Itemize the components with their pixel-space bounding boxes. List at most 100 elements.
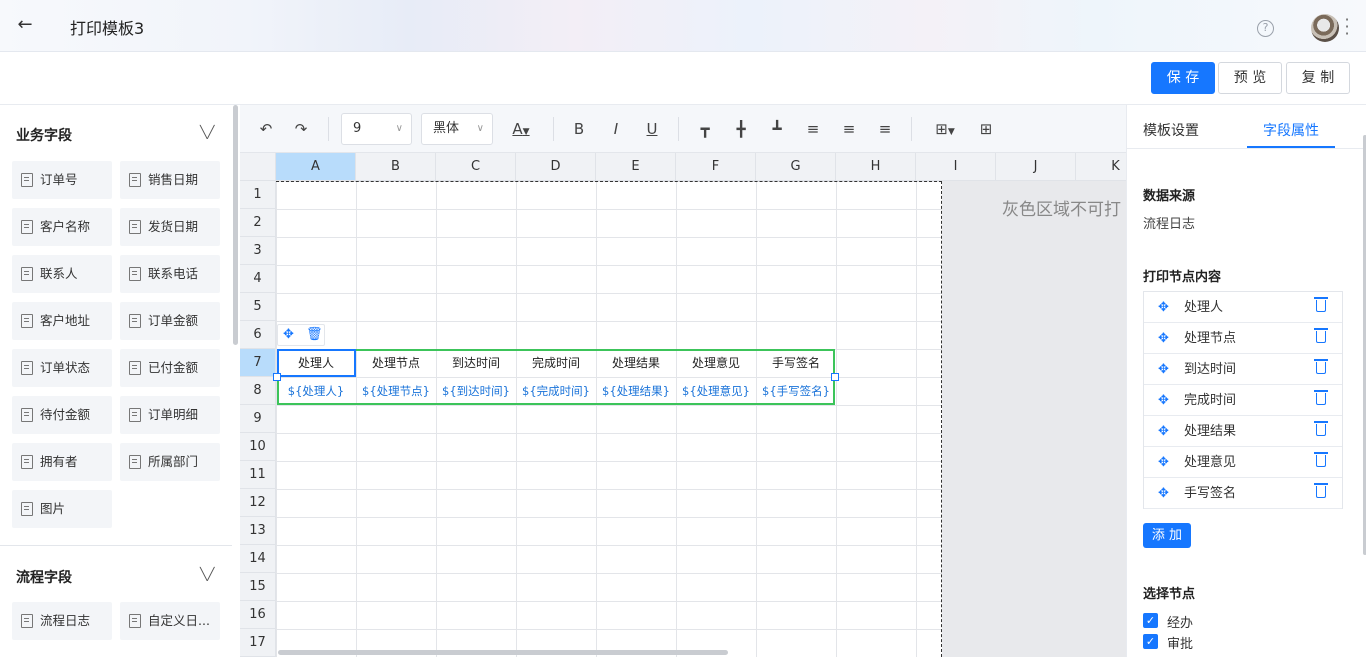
trash-icon[interactable]: [1314, 452, 1328, 467]
field-item[interactable]: 订单明细: [120, 396, 220, 434]
chevron-down-icon[interactable]: ╲╱: [200, 125, 214, 139]
avatar[interactable]: [1311, 14, 1339, 42]
move-icon[interactable]: ✥: [1158, 478, 1169, 509]
row-header[interactable]: 6: [240, 321, 276, 349]
underline-button[interactable]: U: [642, 119, 662, 139]
more-vertical-icon[interactable]: · · ·: [1344, 12, 1350, 42]
move-icon[interactable]: ✥: [283, 327, 294, 342]
font-size-select[interactable]: 9 ∨: [341, 113, 412, 145]
node-item[interactable]: ✥ 处理意见: [1144, 447, 1342, 478]
save-button[interactable]: 保 存: [1151, 62, 1215, 94]
field-item[interactable]: 客户名称: [12, 208, 112, 246]
help-icon[interactable]: ?: [1257, 20, 1274, 37]
trash-icon[interactable]: 🗑: [306, 327, 323, 342]
row-header[interactable]: 16: [240, 601, 276, 629]
row-header[interactable]: 4: [240, 265, 276, 293]
column-header[interactable]: J: [996, 153, 1076, 181]
left-scrollbar[interactable]: [233, 105, 238, 345]
undo-icon[interactable]: ↶: [256, 119, 276, 139]
row-header[interactable]: 9: [240, 405, 276, 433]
field-item[interactable]: 图片: [12, 490, 112, 528]
trash-icon[interactable]: [1314, 359, 1328, 374]
italic-button[interactable]: I: [606, 119, 626, 139]
field-item[interactable]: 拥有者: [12, 443, 112, 481]
align-center-icon[interactable]: ≡: [839, 119, 859, 139]
row-header[interactable]: 7: [240, 349, 276, 377]
selected-cell[interactable]: [277, 349, 356, 377]
node-item[interactable]: ✥ 处理节点: [1144, 323, 1342, 354]
row-header[interactable]: 12: [240, 489, 276, 517]
align-right-icon[interactable]: ≡: [875, 119, 895, 139]
back-arrow-icon[interactable]: ←: [14, 14, 36, 36]
font-family-select[interactable]: 黑体 ∨: [421, 113, 493, 145]
node-item[interactable]: ✥ 处理结果: [1144, 416, 1342, 447]
column-header[interactable]: C: [436, 153, 516, 181]
align-bottom-icon[interactable]: ┻: [767, 119, 787, 139]
checkbox-checked-icon[interactable]: ✓: [1143, 613, 1158, 628]
field-item[interactable]: 待付金额: [12, 396, 112, 434]
row-header[interactable]: 1: [240, 181, 276, 209]
field-item[interactable]: 联系人: [12, 255, 112, 293]
align-left-icon[interactable]: ≡: [803, 119, 823, 139]
row-header[interactable]: 14: [240, 545, 276, 573]
column-header[interactable]: E: [596, 153, 676, 181]
merge-cells-icon[interactable]: ⊞: [976, 119, 996, 139]
field-item[interactable]: 客户地址: [12, 302, 112, 340]
chevron-down-icon[interactable]: ╲╱: [200, 567, 214, 581]
row-header[interactable]: 5: [240, 293, 276, 321]
trash-icon[interactable]: [1314, 390, 1328, 405]
move-icon[interactable]: ✥: [1158, 416, 1169, 447]
column-header[interactable]: F: [676, 153, 756, 181]
trash-icon[interactable]: [1314, 421, 1328, 436]
align-middle-icon[interactable]: ╋: [731, 119, 751, 139]
column-header[interactable]: D: [516, 153, 596, 181]
tab-field-properties[interactable]: 字段属性: [1263, 120, 1319, 140]
column-header[interactable]: B: [356, 153, 436, 181]
add-button[interactable]: 添 加: [1143, 523, 1191, 548]
node-item[interactable]: ✥ 处理人: [1144, 292, 1342, 323]
move-icon[interactable]: ✥: [1158, 385, 1169, 416]
table-field-selection[interactable]: [277, 349, 835, 405]
row-header[interactable]: 2: [240, 209, 276, 237]
field-item[interactable]: 订单号: [12, 161, 112, 199]
row-header[interactable]: 11: [240, 461, 276, 489]
field-item[interactable]: 销售日期: [120, 161, 220, 199]
column-header[interactable]: H: [836, 153, 916, 181]
copy-button[interactable]: 复 制: [1286, 62, 1350, 94]
tab-template-settings[interactable]: 模板设置: [1143, 120, 1199, 140]
checkbox-checked-icon[interactable]: ✓: [1143, 634, 1158, 649]
node-item[interactable]: ✥ 手写签名: [1144, 478, 1342, 509]
bold-button[interactable]: B: [569, 119, 589, 139]
move-icon[interactable]: ✥: [1158, 447, 1169, 478]
field-item[interactable]: 订单金额: [120, 302, 220, 340]
column-header[interactable]: I: [916, 153, 996, 181]
resize-handle[interactable]: [273, 373, 281, 381]
field-item[interactable]: 发货日期: [120, 208, 220, 246]
trash-icon[interactable]: [1314, 328, 1328, 343]
column-header[interactable]: K: [1076, 153, 1126, 181]
field-item[interactable]: 所属部门: [120, 443, 220, 481]
move-icon[interactable]: ✥: [1158, 354, 1169, 385]
move-icon[interactable]: ✥: [1158, 292, 1169, 323]
trash-icon[interactable]: [1314, 297, 1328, 312]
node-item[interactable]: ✥ 完成时间: [1144, 385, 1342, 416]
process-field-item[interactable]: 自定义日...: [120, 602, 220, 640]
move-icon[interactable]: ✥: [1158, 323, 1169, 354]
field-item[interactable]: 联系电话: [120, 255, 220, 293]
row-header[interactable]: 8: [240, 377, 276, 405]
trash-icon[interactable]: [1314, 483, 1328, 498]
process-field-item[interactable]: 流程日志: [12, 602, 112, 640]
horizontal-scrollbar[interactable]: [278, 650, 728, 655]
preview-button[interactable]: 预 览: [1218, 62, 1282, 94]
spreadsheet[interactable]: 灰色区域不可打 ABCDEFGHIJK 1 2 3 4 5 6 7 8 9 10 11 12 13 14 1…: [240, 153, 1126, 657]
resize-handle[interactable]: [831, 373, 839, 381]
font-color-button[interactable]: A▼: [508, 119, 534, 139]
field-item[interactable]: 已付金额: [120, 349, 220, 387]
node-item[interactable]: ✥ 到达时间: [1144, 354, 1342, 385]
row-header[interactable]: 13: [240, 517, 276, 545]
row-header[interactable]: 10: [240, 433, 276, 461]
row-header[interactable]: 17: [240, 629, 276, 657]
row-header[interactable]: 3: [240, 237, 276, 265]
column-header[interactable]: G: [756, 153, 836, 181]
field-item[interactable]: 订单状态: [12, 349, 112, 387]
